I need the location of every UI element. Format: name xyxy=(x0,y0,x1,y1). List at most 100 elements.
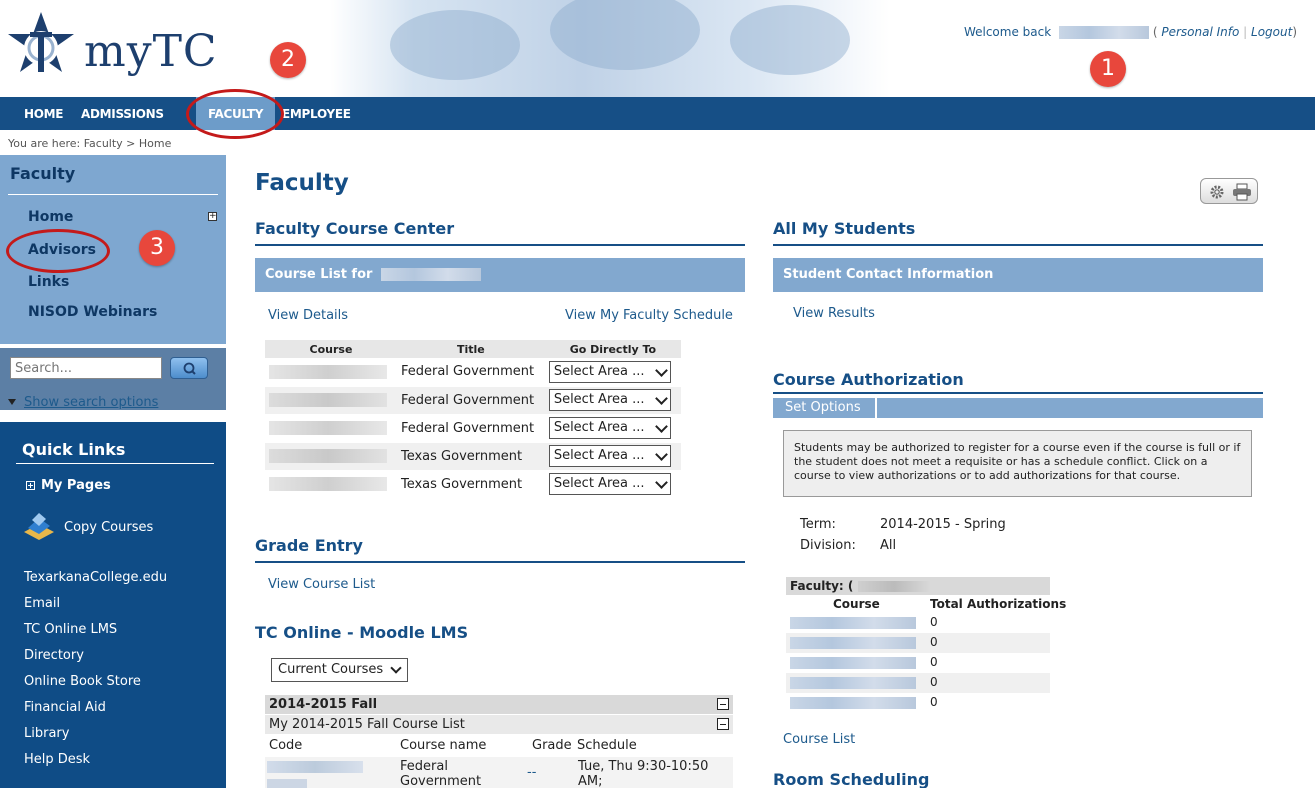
moodle-column-course-name: Course name xyxy=(400,738,487,753)
chevron-down-icon xyxy=(654,392,668,405)
table-row: Federal Government Select Area ... xyxy=(265,414,681,443)
course-title: Federal Government xyxy=(396,358,545,387)
grade-entry-title: Grade Entry xyxy=(255,536,363,555)
search-options-row: Show search options xyxy=(0,395,226,422)
quick-link-texarkana[interactable]: TexarkanaCollege.edu xyxy=(24,570,167,585)
auth-count: 0 xyxy=(930,635,938,649)
course-list-link[interactable]: Course List xyxy=(783,732,855,747)
redacted-course[interactable] xyxy=(790,637,916,649)
view-details-link[interactable]: View Details xyxy=(268,308,348,323)
view-faculty-schedule-link[interactable]: View My Faculty Schedule xyxy=(565,308,733,323)
redacted-name xyxy=(857,581,930,592)
column-header: Go Directly To xyxy=(544,340,681,358)
table-row: Federal Government Select Area ... xyxy=(265,358,681,387)
go-directly-select[interactable]: Select Area ... xyxy=(548,417,671,439)
quick-link-book-store[interactable]: Online Book Store xyxy=(24,674,141,689)
course-list-row: My 2014-2015 Fall Course List xyxy=(265,715,733,734)
divider xyxy=(8,194,218,195)
nav-home[interactable]: HOME xyxy=(24,97,63,130)
go-directly-select[interactable]: Select Area ... xyxy=(548,360,671,383)
redacted-course[interactable] xyxy=(269,449,387,463)
term-label: Term: xyxy=(800,517,836,532)
redacted-course[interactable] xyxy=(269,364,387,379)
sidebar-item-links[interactable]: Links xyxy=(28,274,69,290)
welcome-bar: Welcome back ( Personal Info | Logout) xyxy=(963,25,1297,39)
tab-set-options[interactable]: Set Options xyxy=(773,398,877,418)
redacted-course[interactable] xyxy=(269,477,387,491)
sidebar-title: Faculty xyxy=(10,164,76,183)
division-label: Division: xyxy=(800,538,856,553)
chevron-down-icon xyxy=(390,662,402,674)
grade-link[interactable]: -- xyxy=(527,765,536,780)
redacted-course[interactable] xyxy=(790,657,916,669)
moodle-column-schedule: Schedule xyxy=(577,738,637,753)
quick-link-library[interactable]: Library xyxy=(24,726,69,741)
redacted-course[interactable] xyxy=(790,617,916,629)
expand-icon[interactable]: + xyxy=(208,212,217,221)
header-photo xyxy=(330,0,890,97)
my-pages-link[interactable]: My Pages xyxy=(26,478,111,493)
collapse-icon[interactable] xyxy=(717,718,729,730)
settings-icon[interactable] xyxy=(1208,183,1226,201)
personal-info-link[interactable]: Personal Info xyxy=(1161,25,1239,39)
print-icon[interactable] xyxy=(1232,183,1252,201)
divider xyxy=(16,463,214,464)
table-row: Federal Government -- Tue, Thu 9:30-10:5… xyxy=(265,757,733,788)
quick-link-tc-online-lms[interactable]: TC Online LMS xyxy=(24,622,117,637)
redacted-course[interactable] xyxy=(269,421,387,435)
page-tools xyxy=(1200,178,1258,204)
chevron-down-icon xyxy=(654,363,668,377)
annotation-marker-2: 2 xyxy=(270,42,306,78)
search-icon xyxy=(183,362,196,375)
table-row: 0 xyxy=(786,653,1050,673)
go-directly-select[interactable]: Select Area ... xyxy=(548,445,671,467)
schedule: Tue, Thu 9:30-10:50 AM; xyxy=(578,759,709,788)
redacted-username xyxy=(1059,26,1149,39)
copy-courses-link[interactable]: Copy Courses xyxy=(64,520,153,535)
quick-link-financial-aid[interactable]: Financial Aid xyxy=(24,700,106,715)
go-directly-select[interactable]: Select Area ... xyxy=(548,473,671,495)
tc-logo-icon[interactable] xyxy=(6,10,76,82)
table-row: 0 xyxy=(786,633,1050,653)
collapse-icon[interactable] xyxy=(717,698,729,710)
search-input[interactable] xyxy=(10,357,162,379)
sidebar-item-home[interactable]: Home xyxy=(28,209,73,225)
moodle-title: TC Online - Moodle LMS xyxy=(255,623,469,642)
chevron-down-icon xyxy=(654,448,668,461)
column-header: Total Authorizations xyxy=(930,597,1067,611)
go-directly-select[interactable]: Select Area ... xyxy=(548,389,671,411)
moodle-course-select[interactable]: Current Courses xyxy=(271,658,408,682)
redacted-course[interactable] xyxy=(790,677,916,689)
show-search-options-link[interactable]: Show search options xyxy=(24,395,158,410)
quick-link-email[interactable]: Email xyxy=(24,596,60,611)
redacted-course[interactable] xyxy=(269,393,387,407)
redacted-code[interactable] xyxy=(267,761,363,773)
table-row: 0 xyxy=(786,613,1050,633)
quick-link-directory[interactable]: Directory xyxy=(24,648,84,663)
chevron-down-icon xyxy=(654,476,668,489)
course-name[interactable]: Federal Government xyxy=(400,759,510,788)
quick-links-title: Quick Links xyxy=(22,440,126,459)
logout-link[interactable]: Logout xyxy=(1251,25,1292,39)
redacted-course[interactable] xyxy=(790,697,916,709)
auth-count: 0 xyxy=(930,695,938,709)
faculty-circle-annotation xyxy=(186,89,284,139)
sidebar-item-nisod-webinars[interactable]: NISOD Webinars xyxy=(28,304,157,320)
quick-link-help-desk[interactable]: Help Desk xyxy=(24,752,90,767)
view-results-link[interactable]: View Results xyxy=(793,306,875,321)
nav-admissions[interactable]: ADMISSIONS xyxy=(81,97,164,130)
search-button[interactable] xyxy=(170,357,208,379)
annotation-marker-1: 1 xyxy=(1090,51,1126,87)
course-title: Federal Government xyxy=(396,414,545,443)
nav-employee[interactable]: EMPLOYEE xyxy=(282,97,351,130)
moodle-column-grade: Grade xyxy=(532,738,572,753)
redacted-code xyxy=(267,779,307,788)
expand-icon xyxy=(26,481,35,490)
table-row: Texas Government Select Area ... xyxy=(265,470,681,499)
course-auth-info: Students may be authorized to register f… xyxy=(783,430,1252,497)
quick-links-panel: Quick Links My Pages Copy Courses Texark… xyxy=(0,422,226,788)
auth-count: 0 xyxy=(930,655,938,669)
view-course-list-link[interactable]: View Course List xyxy=(268,577,375,592)
sidebar: Faculty Home + Advisors Links NISOD Webi… xyxy=(0,155,226,788)
faculty-row: Faculty: ( xyxy=(786,577,1050,595)
